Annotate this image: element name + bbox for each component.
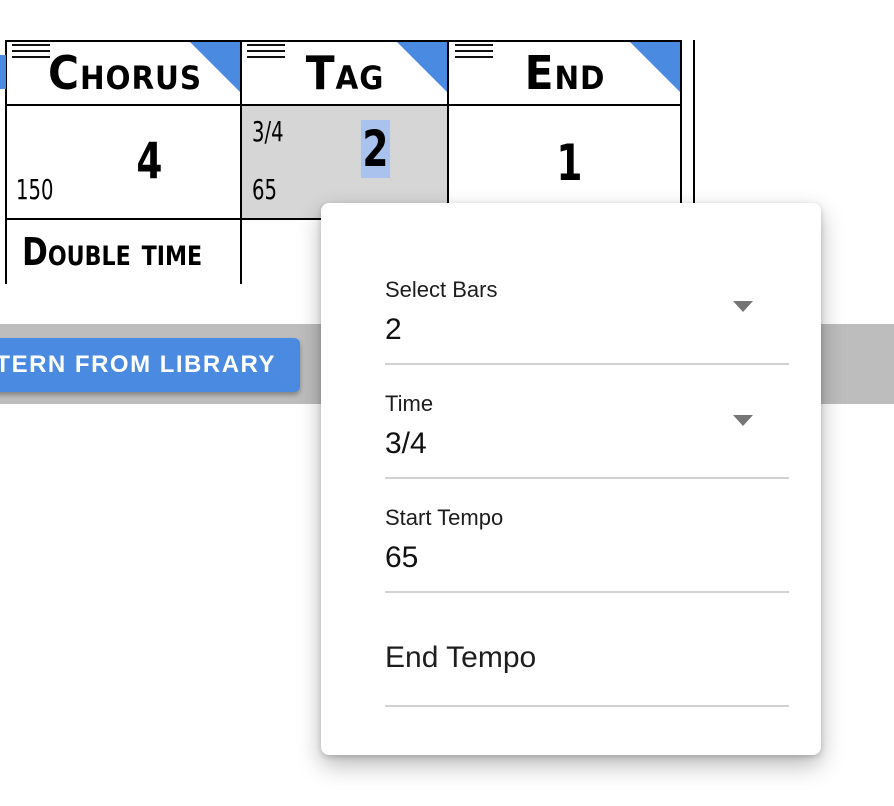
section-edit-icon[interactable] xyxy=(630,42,680,92)
bars-highlight: 2 xyxy=(360,120,390,178)
section-edit-icon[interactable] xyxy=(0,55,6,89)
section-bars[interactable]: 2 xyxy=(360,120,390,178)
end-tempo-field[interactable]: End Tempo xyxy=(385,615,789,707)
drag-handle-icon[interactable] xyxy=(455,44,493,58)
grid-line xyxy=(680,40,682,205)
section-edit-popup: Select Bars 2 Time 3/4 Start Tempo 65 En… xyxy=(321,203,821,755)
select-bars-value: 2 xyxy=(385,313,402,346)
start-tempo-field[interactable]: Start Tempo 65 xyxy=(385,501,789,593)
section-bars[interactable]: 4 xyxy=(136,136,162,186)
select-bars-field[interactable]: Select Bars 2 xyxy=(385,273,789,365)
drag-handle-icon[interactable] xyxy=(247,44,285,58)
section-bars[interactable]: 1 xyxy=(556,138,582,188)
dropdown-arrow-icon xyxy=(733,301,753,312)
grid-line xyxy=(693,40,695,205)
time-value: 3/4 xyxy=(385,427,427,460)
end-tempo-label: End Tempo xyxy=(385,641,537,674)
pattern-from-library-button[interactable]: TERN FROM LIBRARY xyxy=(0,338,300,392)
section-edit-icon[interactable] xyxy=(397,42,447,92)
section-time-signature: 3/4 xyxy=(252,115,284,148)
section-tempo: 65 xyxy=(252,173,277,206)
grid-line xyxy=(5,218,322,220)
section-edit-icon[interactable] xyxy=(190,42,240,92)
section-tempo: 150 xyxy=(16,173,54,206)
section-title-tag: Tag xyxy=(305,46,385,100)
start-tempo-value: 65 xyxy=(385,541,419,574)
time-field[interactable]: Time 3/4 xyxy=(385,387,789,479)
select-bars-label: Select Bars xyxy=(385,277,498,302)
time-label: Time xyxy=(385,391,434,416)
dropdown-arrow-icon xyxy=(733,415,753,426)
section-title-chorus: Chorus xyxy=(47,46,203,100)
start-tempo-label: Start Tempo xyxy=(385,505,504,530)
grid-line xyxy=(447,40,449,205)
section-note: Double time xyxy=(22,230,203,274)
section-title-end: End xyxy=(524,46,606,100)
